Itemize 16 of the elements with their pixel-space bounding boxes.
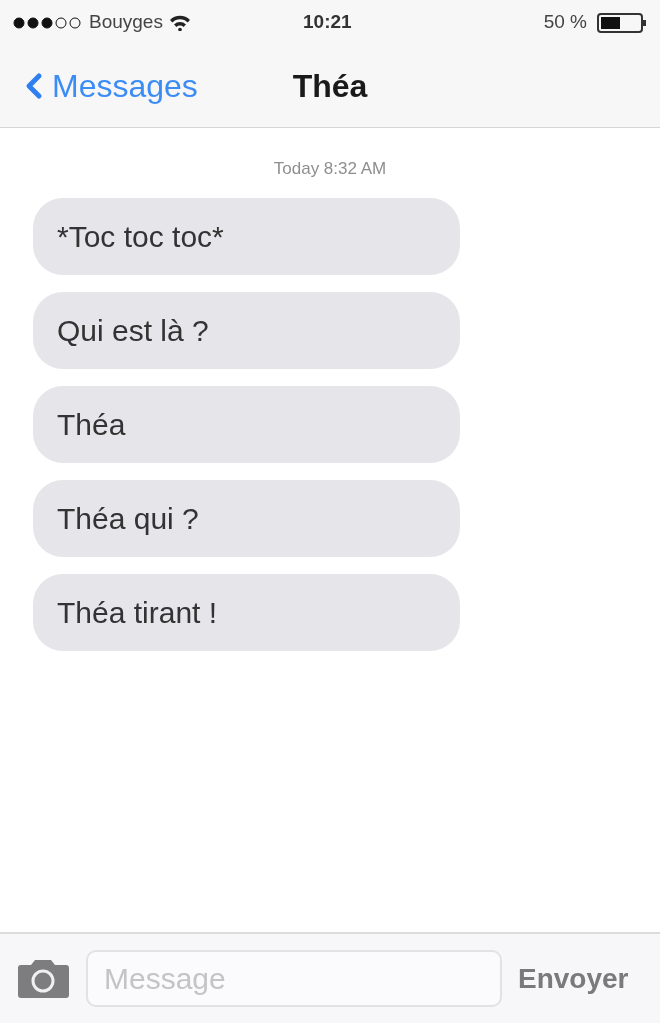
message-bubble: *Toc toc toc* [33,197,460,275]
send-button[interactable]: Envoyer [518,957,629,1000]
status-time: 10:21 [303,10,352,35]
conversation-title: Théa [292,67,368,106]
camera-icon[interactable] [17,958,70,999]
battery-percent: 50 % [543,10,587,35]
message-bubble: Qui est là ? [33,291,460,369]
wifi-icon [168,14,191,31]
message-timestamp: Today 8:32 AM [273,158,387,180]
message-bubble: Théa qui ? [33,479,460,557]
signal-icon [13,16,83,29]
battery-icon [597,12,647,33]
message-bubble: Théa tirant ! [33,573,460,651]
carrier-name: Bouyges [89,10,163,35]
back-button[interactable]: Messages [20,62,198,110]
message-bubble: Théa [33,385,460,463]
